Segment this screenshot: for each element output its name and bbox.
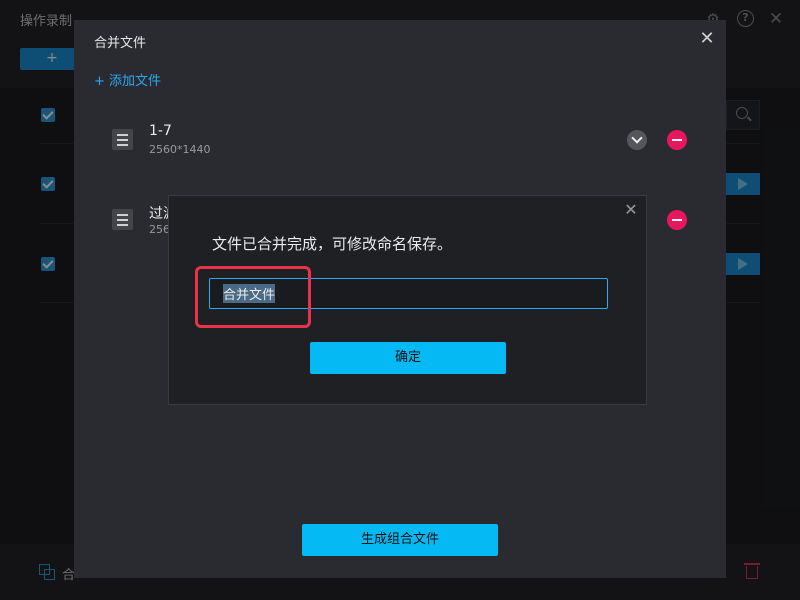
merge-dialog-title: 合并文件 xyxy=(94,36,147,51)
generate-combined-file-button[interactable]: 生成组合文件 xyxy=(302,524,498,556)
file-item: 1-7 2560*1440 xyxy=(112,123,692,163)
popup-message: 文件已合并完成，可修改命名保存。 xyxy=(212,235,453,253)
file-name-input[interactable] xyxy=(209,278,608,309)
merge-complete-popup: ✕ 文件已合并完成，可修改命名保存。 确定 xyxy=(168,195,647,405)
remove-file-icon[interactable] xyxy=(667,130,687,150)
confirm-button[interactable]: 确定 xyxy=(310,342,506,374)
close-icon[interactable]: ✕ xyxy=(698,30,716,48)
chevron-down-icon[interactable] xyxy=(627,130,647,150)
popup-close-icon[interactable]: ✕ xyxy=(623,202,639,218)
remove-file-icon[interactable] xyxy=(667,210,687,230)
drag-handle-icon[interactable] xyxy=(112,209,133,230)
file-resolution: 2560*1440 xyxy=(149,143,211,156)
add-file-link[interactable]: + 添加文件 xyxy=(94,70,161,89)
drag-handle-icon[interactable] xyxy=(112,129,133,150)
file-name: 1-7 xyxy=(149,123,172,139)
